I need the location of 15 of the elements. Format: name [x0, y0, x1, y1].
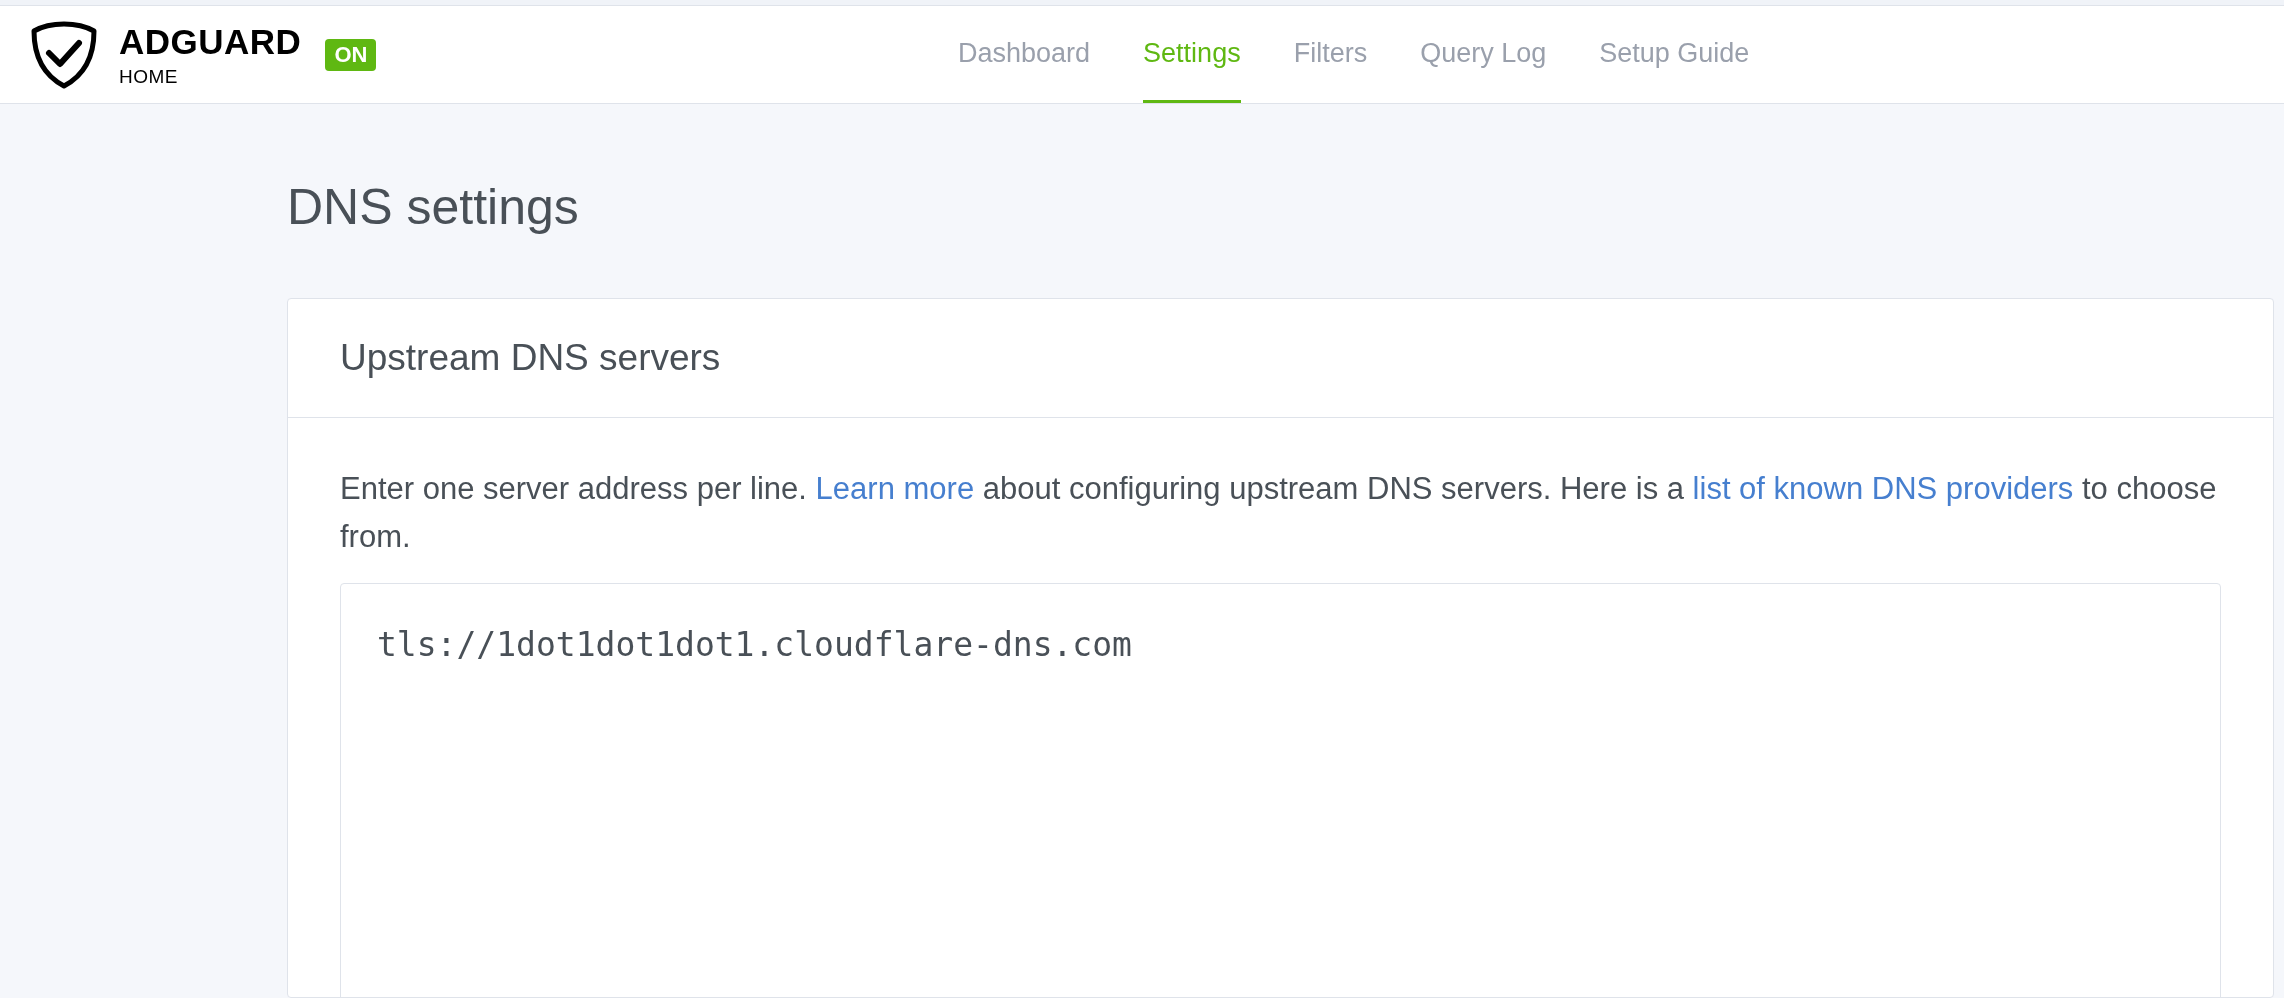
brand-subtitle: HOME	[119, 66, 179, 86]
page-title: DNS settings	[287, 182, 580, 232]
nav-tab[interactable]: Dashboard	[958, 6, 1091, 103]
nav-tab[interactable]: Settings	[1143, 6, 1241, 103]
description-text: Enter one server address per line. Learn more about configuring upstream DNS servers. Here is a list of known DNS providers to choose from.	[340, 470, 2218, 556]
shield-check-icon	[29, 20, 99, 89]
link[interactable]: list of known DNS providers	[1692, 471, 2074, 506]
nav-tab[interactable]: Query Log	[1420, 6, 1547, 103]
status-badge: ON	[325, 38, 377, 71]
nav-tab[interactable]: Filters	[1293, 6, 1368, 103]
brand-name: ADGUARD	[119, 23, 302, 59]
nav-tab[interactable]: Setup Guide	[1599, 6, 1750, 103]
card-title: Upstream DNS servers	[340, 336, 721, 381]
link[interactable]: Learn more	[815, 471, 975, 506]
upstream-servers-field[interactable]: tls://1dot1dot1dot1.cloudflare-dns.com	[340, 583, 2221, 998]
